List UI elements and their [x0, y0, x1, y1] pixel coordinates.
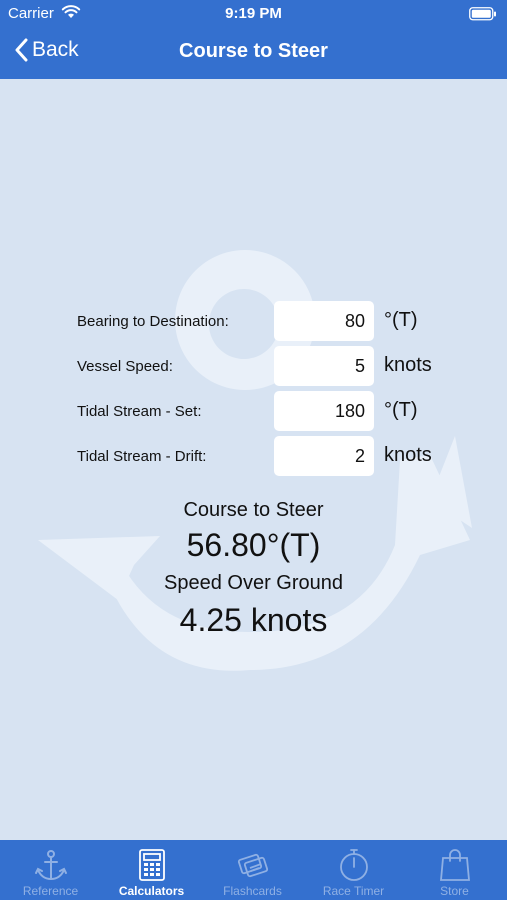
navigation-bar: Back Course to Steer	[0, 28, 507, 79]
speed-over-ground-value: 4.25 knots	[179, 602, 328, 638]
tab-flashcards[interactable]: Flashcards	[202, 840, 303, 900]
battery-icon	[469, 7, 496, 21]
tidal-set-unit: °(T)	[384, 399, 418, 421]
tidal-set-input[interactable]: 180	[274, 391, 374, 431]
stopwatch-icon	[340, 849, 368, 881]
vessel-speed-unit: knots	[384, 354, 432, 376]
tidal-set-row: Tidal Stream - Set: 180 °(T)	[0, 391, 507, 431]
app-header: Carrier 9:19 PM Back Course to Steer	[0, 0, 507, 79]
tab-store[interactable]: Store	[404, 840, 505, 900]
speed-over-ground-label: Speed Over Ground	[164, 572, 343, 594]
tab-store-label: Store	[440, 884, 469, 898]
tab-reference-label: Reference	[22, 884, 79, 898]
tab-bar: Reference Calculators Flashcards Race Ti…	[0, 840, 507, 900]
tab-race-timer[interactable]: Race Timer	[303, 840, 404, 900]
page-title: Course to Steer	[179, 40, 328, 62]
tidal-set-label: Tidal Stream - Set:	[77, 403, 202, 420]
tab-flashcards-label: Flashcards	[223, 884, 282, 898]
bearing-row: Bearing to Destination: 80 °(T)	[0, 301, 507, 341]
vessel-speed-label: Vessel Speed:	[77, 358, 173, 375]
flashcards-icon	[237, 853, 269, 878]
vessel-speed-input[interactable]: 5	[274, 346, 374, 386]
bearing-label: Bearing to Destination:	[77, 313, 229, 330]
shopping-bag-icon	[440, 849, 470, 881]
tidal-drift-label: Tidal Stream - Drift:	[77, 448, 207, 465]
tab-race-timer-label: Race Timer	[322, 884, 385, 898]
tidal-drift-unit: knots	[384, 444, 432, 466]
course-to-steer-label: Course to Steer	[183, 499, 324, 521]
bearing-unit: °(T)	[384, 309, 418, 331]
tidal-drift-row: Tidal Stream - Drift: 2 knots	[0, 436, 507, 476]
tidal-drift-input[interactable]: 2	[274, 436, 374, 476]
status-time: 9:19 PM	[225, 5, 282, 22]
calculator-icon	[139, 849, 165, 881]
tab-reference[interactable]: Reference	[0, 840, 101, 900]
tab-calculators[interactable]: Calculators	[101, 840, 202, 900]
bearing-input[interactable]: 80	[274, 301, 374, 341]
calculator-content: Bearing to Destination: 80 °(T) Vessel S…	[0, 79, 507, 840]
status-bar: Carrier 9:19 PM	[0, 0, 507, 28]
anchor-icon	[35, 850, 67, 881]
vessel-speed-row: Vessel Speed: 5 knots	[0, 346, 507, 386]
tab-calculators-label: Calculators	[118, 884, 185, 898]
course-to-steer-value: 56.80°(T)	[186, 527, 321, 563]
